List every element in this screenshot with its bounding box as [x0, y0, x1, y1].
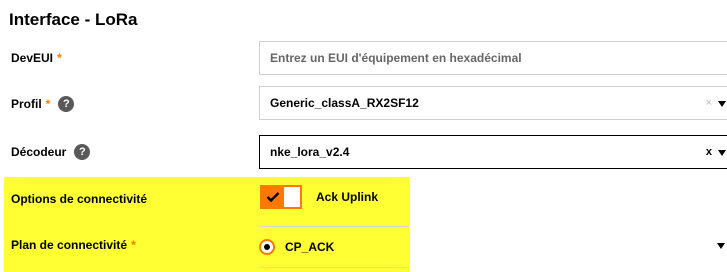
help-icon[interactable]: ? [58, 96, 75, 112]
chevron-down-icon[interactable] [718, 101, 726, 107]
profil-select[interactable]: Generic_classA_RX2SF12 × [259, 86, 727, 120]
required-mark: * [131, 238, 136, 252]
connectivite-label: Options de connectivité [11, 192, 148, 206]
help-icon[interactable]: ? [74, 144, 91, 160]
profil-value: Generic_classA_RX2SF12 [270, 96, 419, 110]
deveui-placeholder: Entrez un EUI d'équipement en hexadécima… [270, 51, 522, 65]
page-title: Interface - LoRa [9, 10, 138, 29]
cp-ack-label: CP_ACK [285, 240, 335, 254]
profil-label-row: Profil * ? [11, 96, 75, 112]
divider [259, 267, 409, 268]
ack-uplink-label: Ack Uplink [316, 190, 379, 204]
profil-label: Profil [11, 97, 42, 111]
deveui-label-row: DevEUI * [11, 51, 62, 65]
divider [259, 226, 409, 227]
check-icon [262, 187, 284, 207]
required-mark: * [45, 97, 51, 111]
chevron-down-icon[interactable] [718, 150, 726, 156]
decodeur-label-row: Décodeur ? [11, 144, 91, 160]
deveui-label: DevEUI [11, 51, 54, 65]
ack-uplink-checkbox[interactable] [260, 185, 302, 209]
deveui-input[interactable]: Entrez un EUI d'équipement en hexadécima… [259, 41, 727, 75]
cp-ack-radio[interactable] [259, 239, 275, 255]
connectivite-label-row: Options de connectivité [11, 192, 147, 206]
plan-label-row: Plan de connectivité * [11, 238, 136, 252]
required-mark: * [57, 51, 62, 65]
cp-ack-option[interactable]: CP_ACK [259, 239, 334, 255]
clear-icon[interactable]: x [706, 146, 712, 158]
clear-icon[interactable]: × [706, 97, 712, 109]
ack-uplink-option[interactable]: Ack Uplink [260, 185, 378, 209]
decodeur-select[interactable]: nke_lora_v2.4 x [259, 135, 727, 169]
decodeur-value: nke_lora_v2.4 [270, 145, 350, 159]
chevron-down-icon[interactable] [717, 243, 725, 249]
plan-label: Plan de connectivité [11, 238, 128, 252]
decodeur-label: Décodeur [11, 145, 67, 159]
